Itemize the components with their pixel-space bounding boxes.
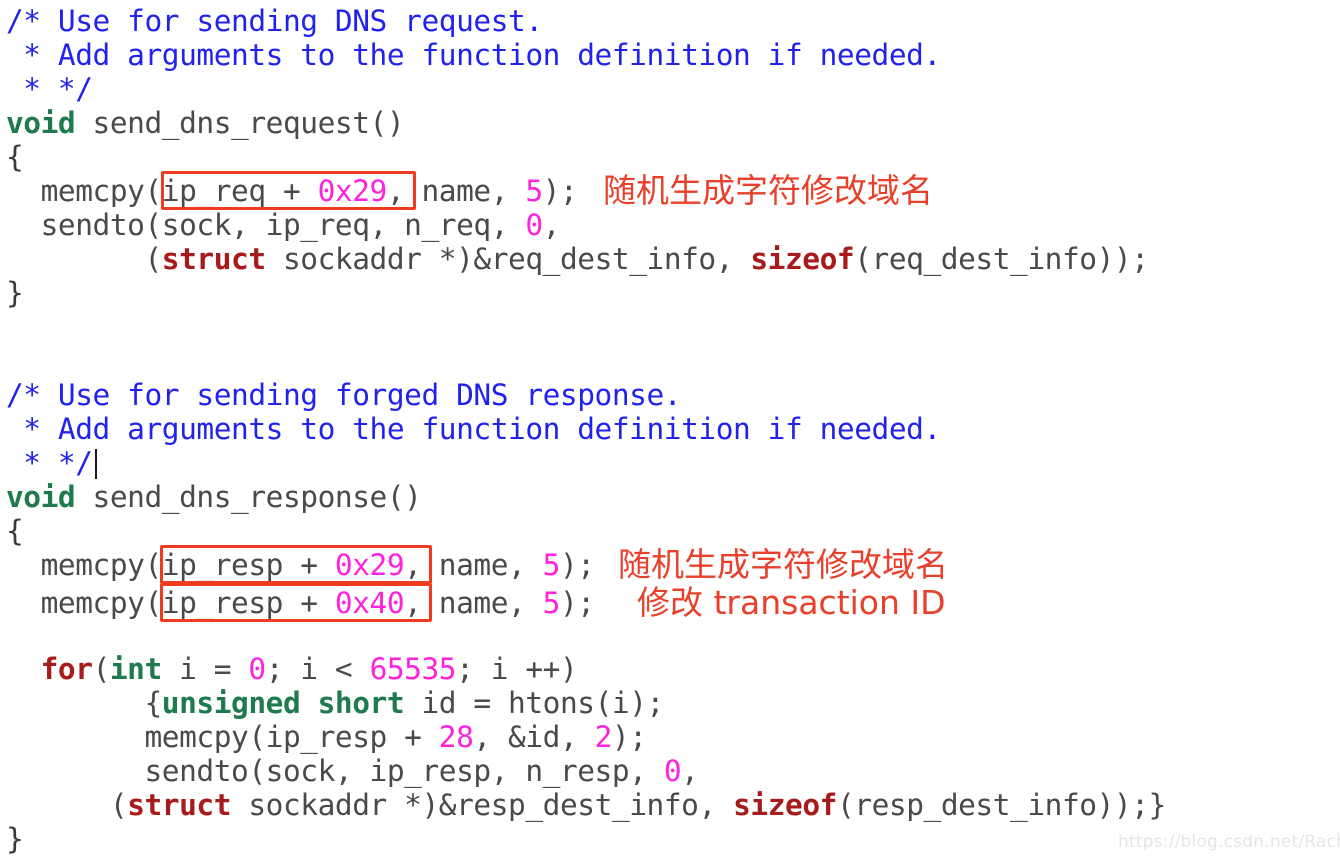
code-token: 5: [542, 548, 561, 582]
code-line[interactable]: }: [6, 822, 24, 856]
code-token: struct: [161, 242, 266, 276]
code-line[interactable]: * Add arguments to the function definiti…: [6, 412, 941, 446]
code-token: sendto(sock, ip_resp, n_resp,: [6, 754, 664, 788]
comment-token: * Add arguments to the function definiti…: [6, 412, 941, 446]
code-token: 65535: [369, 652, 457, 686]
code-token: , &id,: [473, 720, 595, 754]
code-token: );: [559, 586, 595, 620]
code-token: send_dns_response(): [75, 480, 422, 514]
code-line[interactable]: {: [6, 514, 24, 548]
code-token: (: [92, 652, 111, 686]
code-line[interactable]: /* Use for sending forged DNS response.: [6, 378, 682, 412]
code-token: struct: [127, 788, 232, 822]
code-token: 5: [525, 174, 543, 208]
annotation-label: 修改 transaction ID: [637, 583, 946, 622]
comment-token: /* Use for sending forged DNS response.: [6, 378, 682, 412]
code-token: 0: [663, 754, 682, 788]
annotation-label: 随机生成字符修改域名: [603, 171, 933, 210]
code-token: 0x40: [334, 586, 405, 620]
watermark-url: https://blog.csdn.net/Rachel_IS: [1118, 832, 1340, 852]
comment-token: /* Use for sending DNS request.: [6, 4, 543, 38]
code-token: {: [6, 686, 162, 720]
code-line[interactable]: sendto(sock, ip_resp, n_resp, 0,: [6, 754, 698, 788]
code-token: ; i <: [265, 652, 370, 686]
code-token: }: [6, 276, 24, 310]
code-line[interactable]: {: [6, 140, 24, 174]
code-token: 0: [248, 652, 266, 686]
comment-token: * */: [6, 446, 93, 480]
text-caret: [95, 449, 97, 479]
code-token: {: [6, 140, 24, 174]
code-token: (: [6, 788, 128, 822]
code-token: , name,: [404, 548, 543, 582]
code-token: ; i ++): [456, 652, 578, 686]
code-token: unsigned short: [161, 686, 405, 720]
code-token: );: [611, 720, 647, 754]
code-line[interactable]: /* Use for sending DNS request.: [6, 4, 543, 38]
code-token: void: [6, 480, 76, 514]
code-text-area[interactable]: /* Use for sending DNS request. * Add ar…: [0, 0, 1340, 860]
code-token: memcpy(ip_resp +: [6, 548, 335, 582]
code-token: int: [109, 652, 162, 686]
code-token: {: [6, 514, 24, 548]
code-line[interactable]: * */: [6, 72, 93, 106]
code-token: memcpy(ip_resp +: [6, 720, 439, 754]
code-line[interactable]: memcpy(ip_resp + 0x29, name, 5);: [6, 548, 595, 582]
code-token: 5: [542, 586, 561, 620]
code-token: 0x29: [317, 174, 388, 208]
code-line[interactable]: }: [6, 276, 24, 310]
code-token: memcpy(ip_resp +: [6, 586, 335, 620]
code-line[interactable]: for(int i = 0; i < 65535; i ++): [6, 652, 578, 686]
code-token: memcpy(ip_req +: [6, 174, 318, 208]
code-token: send_dns_request(): [75, 106, 405, 140]
code-token: void: [6, 106, 76, 140]
code-editor-screenshot: /* Use for sending DNS request. * Add ar…: [0, 0, 1340, 860]
code-token: for: [40, 652, 93, 686]
code-token: , name,: [386, 174, 526, 208]
code-line[interactable]: memcpy(ip_req + 0x29, name, 5);: [6, 174, 578, 208]
code-line[interactable]: * */: [6, 446, 93, 480]
code-line[interactable]: {unsigned short id = htons(i);: [6, 686, 664, 720]
code-token: sizeof: [733, 788, 837, 822]
code-token: );: [559, 548, 595, 582]
code-line[interactable]: sendto(sock, ip_req, n_req, 0,: [6, 208, 561, 242]
code-line[interactable]: (struct sockaddr *)&req_dest_info, sizeo…: [6, 242, 1149, 276]
code-token: i =: [161, 652, 249, 686]
code-token: ,: [542, 208, 561, 242]
comment-token: * */: [6, 72, 93, 106]
code-token: sendto(sock, ip_req, n_req,: [6, 208, 526, 242]
code-token: (: [6, 242, 162, 276]
code-token: id = htons(i);: [404, 686, 664, 720]
code-token: 2: [594, 720, 613, 754]
code-token: (req_dest_info));: [854, 242, 1149, 276]
annotation-label: 随机生成字符修改域名: [618, 545, 948, 584]
code-line[interactable]: memcpy(ip_resp + 0x40, name, 5);: [6, 586, 595, 620]
code-token: , name,: [404, 586, 543, 620]
code-token: 28: [438, 720, 474, 754]
code-token: }: [6, 822, 24, 856]
code-line[interactable]: (struct sockaddr *)&resp_dest_info, size…: [6, 788, 1166, 822]
comment-token: * Add arguments to the function definiti…: [6, 38, 941, 72]
code-token: sockaddr *)&req_dest_info,: [265, 242, 751, 276]
code-token: ,: [681, 754, 699, 788]
code-token: 0x29: [334, 548, 405, 582]
code-line[interactable]: void send_dns_request(): [6, 106, 405, 140]
code-token: sizeof: [750, 242, 855, 276]
code-line[interactable]: * Add arguments to the function definiti…: [6, 38, 941, 72]
code-token: 0: [525, 208, 543, 242]
code-line[interactable]: void send_dns_response(): [6, 480, 422, 514]
code-token: );: [542, 174, 578, 208]
code-token: (resp_dest_info));}: [836, 788, 1166, 822]
code-token: sockaddr *)&resp_dest_info,: [231, 788, 734, 822]
code-line[interactable]: memcpy(ip_resp + 28, &id, 2);: [6, 720, 647, 754]
